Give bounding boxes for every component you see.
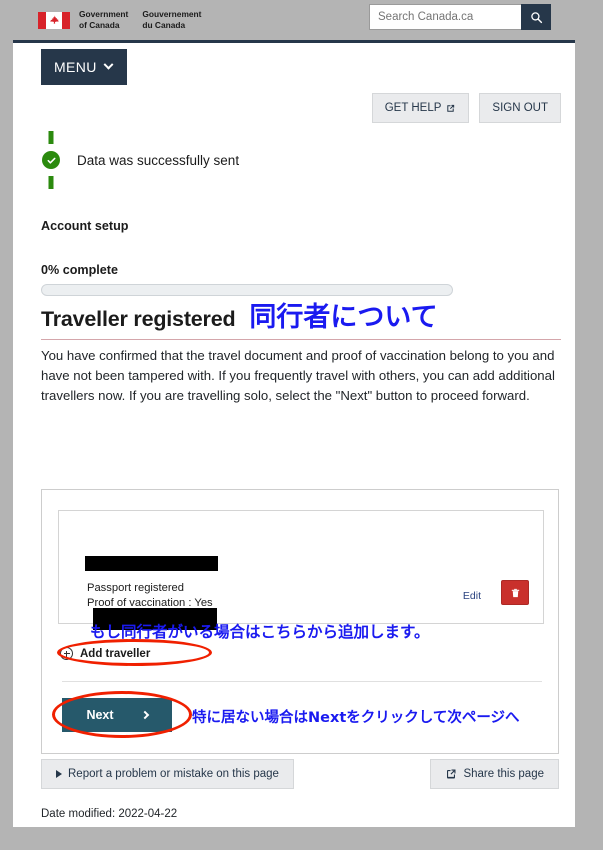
- search-input[interactable]: [369, 4, 521, 30]
- title-underline: [41, 339, 561, 340]
- report-problem-label: Report a problem or mistake on this page: [68, 768, 279, 780]
- next-button[interactable]: Next: [62, 698, 172, 732]
- search-icon: [530, 11, 542, 23]
- intro-paragraph: You have confirmed that the travel docum…: [41, 348, 555, 404]
- canada-flag-icon: [38, 11, 70, 29]
- progress-bar: [41, 284, 453, 296]
- external-link-icon: [447, 104, 455, 112]
- report-problem-button[interactable]: Report a problem or mistake on this page: [41, 759, 294, 789]
- search-button[interactable]: [521, 4, 551, 30]
- chevron-right-icon: [140, 710, 149, 720]
- panel-divider: [62, 681, 542, 682]
- page-canvas: MENU GET HELP SIGN OUT Data was successf…: [13, 40, 575, 827]
- gc-brand[interactable]: Government of Canada Gouvernement du Can…: [38, 9, 201, 31]
- next-button-label: Next: [86, 708, 114, 722]
- progress-percent-label: 0% complete: [41, 263, 118, 277]
- footer-actions: Report a problem or mistake on this page…: [41, 759, 559, 789]
- sign-out-button[interactable]: SIGN OUT: [479, 93, 561, 123]
- gc-global-banner: Government of Canada Gouvernement du Can…: [0, 0, 603, 40]
- account-actions: GET HELP SIGN OUT: [371, 93, 561, 123]
- trash-icon: [511, 588, 519, 597]
- gov-en-line2: of Canada: [79, 20, 120, 30]
- jp-add-traveller-annotation: もし同行者がいる場合はこちらから追加します。: [90, 623, 430, 641]
- menu-button[interactable]: MENU: [41, 49, 127, 85]
- browser-viewport: Government of Canada Gouvernement du Can…: [0, 0, 603, 850]
- get-help-button[interactable]: GET HELP: [371, 93, 470, 123]
- edit-traveller-link[interactable]: Edit: [463, 590, 481, 602]
- jp-next-annotation: 特に居ない場合はNextをクリックして次ページへ: [192, 710, 520, 726]
- redacted-name-bar: [85, 556, 218, 571]
- maple-leaf-icon: [50, 15, 59, 24]
- page-title: Traveller registered: [41, 307, 236, 331]
- gc-wordmark: Government of Canada Gouvernement du Can…: [79, 9, 201, 31]
- date-modified: Date modified: 2022-04-22: [41, 808, 178, 820]
- add-traveller-link[interactable]: Add traveller: [60, 647, 150, 660]
- gov-fr-line1: Gouvernement: [142, 9, 202, 20]
- gov-en-line1: Government: [79, 9, 129, 20]
- share-icon: [447, 769, 456, 779]
- passport-status: Passport registered: [87, 582, 185, 594]
- account-setup-heading: Account setup: [41, 219, 129, 233]
- share-page-button[interactable]: Share this page: [430, 759, 559, 789]
- site-search: [369, 4, 551, 30]
- menu-button-label: MENU: [54, 59, 97, 75]
- success-alert: Data was successfully sent: [41, 131, 239, 189]
- get-help-label: GET HELP: [384, 102, 442, 114]
- travellers-panel: Passport registered Proof of vaccination…: [41, 489, 559, 754]
- page-title-row: Traveller registered 同行者について: [41, 304, 561, 332]
- delete-traveller-button[interactable]: [501, 580, 529, 605]
- share-page-label: Share this page: [463, 768, 544, 780]
- success-check-icon: [42, 151, 60, 169]
- add-traveller-label: Add traveller: [80, 647, 151, 660]
- gov-fr-line2: du Canada: [142, 20, 186, 30]
- sign-out-label: SIGN OUT: [492, 102, 548, 114]
- alert-rail: [41, 131, 61, 189]
- chevron-down-icon: [103, 59, 114, 70]
- jp-title-annotation: 同行者について: [249, 302, 438, 333]
- traveller-card: Passport registered Proof of vaccination…: [58, 510, 544, 630]
- success-alert-message: Data was successfully sent: [77, 152, 240, 168]
- plus-circle-icon: [60, 647, 73, 660]
- triangle-right-icon: [56, 770, 62, 778]
